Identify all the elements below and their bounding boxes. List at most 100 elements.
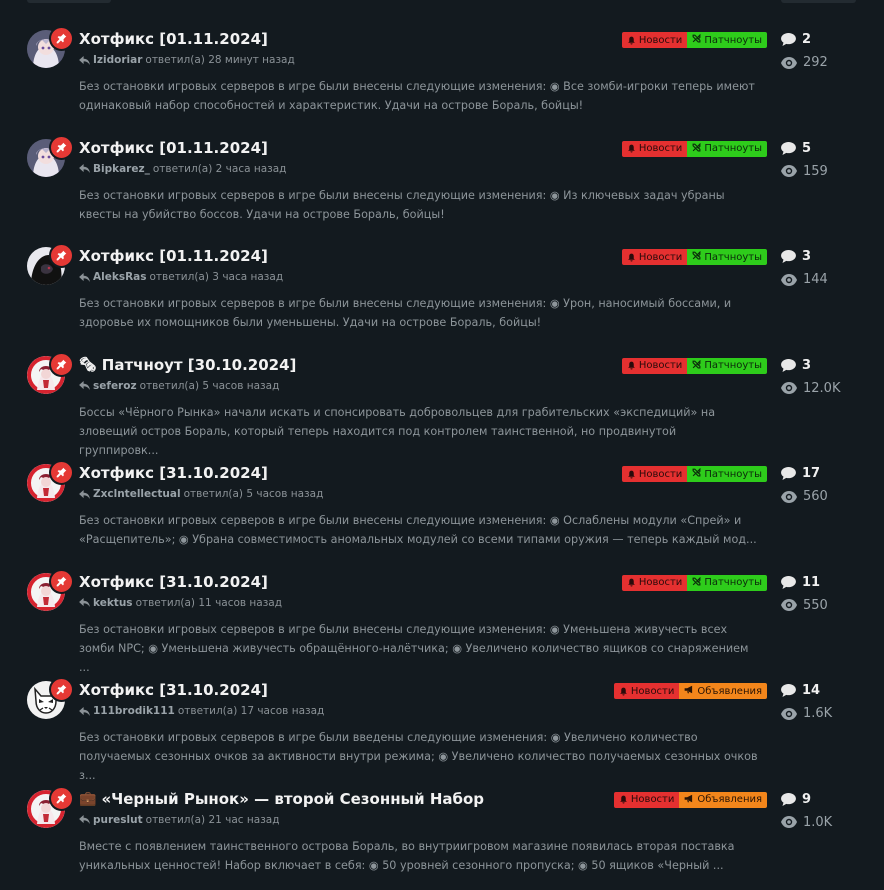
thread-title[interactable]: Хотфикс [01.11.2024] [79,30,268,48]
wrench-icon [692,34,701,43]
tag-category[interactable]: Объявления [679,683,767,699]
reply-icon [79,707,90,716]
thread-title-text[interactable]: Хотфикс [31.10.2024] [79,573,268,591]
tag-category[interactable]: Патчноуты [687,358,767,374]
view-count: 12.0K [803,381,840,396]
thread-title-text[interactable]: Хотфикс [01.11.2024] [79,139,268,157]
tag-category[interactable]: Патчноуты [687,141,767,157]
last-reply-user[interactable]: kektus [93,597,133,609]
thread-title[interactable]: 🗞 Патчноут [30.10.2024] [79,356,296,374]
reply-count: 17 [802,466,820,481]
tag-news[interactable]: Новости [622,466,687,482]
tag-category[interactable]: Патчноуты [687,466,767,482]
bell-icon [619,687,628,696]
last-reply-user[interactable]: 111brodik111 [93,705,175,717]
tag-news-label: Новости [639,252,682,263]
thread-title-text[interactable]: «Черный Рынок» — второй Сезонный Набор [101,790,484,808]
view-count: 560 [803,489,828,504]
comment-icon [781,684,796,697]
wrench-icon [692,468,701,477]
bell-icon [627,470,636,479]
last-reply-time: ответил(а) 28 минут назад [145,54,294,66]
last-reply-user[interactable]: seferoz [93,380,137,392]
last-reply-time: ответил(а) 5 часов назад [140,380,280,392]
tag-news[interactable]: Новости [622,32,687,48]
thread-title[interactable]: 💼 «Черный Рынок» — второй Сезонный Набор [79,790,484,808]
replies-stat: 11 [781,575,820,590]
thread-excerpt: Без остановки игровых серверов в игре бы… [79,620,759,677]
tag-news[interactable]: Новости [622,249,687,265]
tag-category-label: Объявления [697,686,762,697]
views-stat: 12.0K [781,381,840,396]
last-reply-user[interactable]: Zxclntellectual [93,488,181,500]
top-edge-left [27,0,111,3]
pin-icon [49,569,74,594]
comment-icon [781,576,796,589]
last-reply-time: ответил(а) 3 часа назад [150,271,284,283]
bell-icon [627,253,636,262]
thread-meta: 111brodik111 ответил(а) 17 часов назад [79,705,324,717]
last-reply-time: ответил(а) 21 час назад [146,814,280,826]
thread-title[interactable]: Хотфикс [01.11.2024] [79,247,268,265]
comment-icon [781,793,796,806]
thread-item[interactable]: Хотфикс [01.11.2024] AleksRas ответил(а)… [0,239,884,348]
thread-item[interactable]: Хотфикс [31.10.2024] kektus ответил(а) 1… [0,565,884,674]
top-edge-right [781,0,856,3]
views-stat: 1.6K [781,706,832,721]
comment-icon [781,359,796,372]
view-count: 550 [803,598,828,613]
tag-category-label: Патчноуты [704,143,762,154]
thread-item[interactable]: 💼 «Черный Рынок» — второй Сезонный Набор… [0,782,884,890]
thread-excerpt: Вместе с появлением таинственного остров… [79,837,759,875]
last-reply-user[interactable]: AleksRas [93,271,147,283]
bell-icon [619,795,628,804]
thread-tags: Новости Патчноуты [622,575,767,591]
thread-meta: Bipkarez_ ответил(а) 2 часа назад [79,163,286,175]
thread-item[interactable]: Хотфикс [31.10.2024] Zxclntellectual отв… [0,456,884,565]
view-count: 144 [803,272,828,287]
megaphone-icon [684,685,694,694]
bell-icon [627,578,636,587]
thread-title-text[interactable]: Хотфикс [01.11.2024] [79,30,268,48]
tag-news[interactable]: Новости [622,358,687,374]
thread-title-text[interactable]: Хотфикс [31.10.2024] [79,681,268,699]
thread-title[interactable]: Хотфикс [01.11.2024] [79,139,268,157]
thread-title[interactable]: Хотфикс [31.10.2024] [79,573,268,591]
thread-meta: seferoz ответил(а) 5 часов назад [79,380,279,392]
thread-item[interactable]: Хотфикс [31.10.2024] 111brodik111 ответи… [0,673,884,782]
tag-category-label: Патчноуты [704,35,762,46]
thread-title-text[interactable]: Хотфикс [31.10.2024] [79,464,268,482]
thread-excerpt: Без остановки игровых серверов в игре бы… [79,294,759,332]
tag-category[interactable]: Объявления [679,792,767,808]
tag-category[interactable]: Патчноуты [687,32,767,48]
tag-news[interactable]: Новости [614,683,679,699]
thread-tags: Новости Патчноуты [622,249,767,265]
thread-item[interactable]: 🗞 Патчноут [30.10.2024] seferoz ответил(… [0,348,884,457]
last-reply-user[interactable]: Izidoriar [93,54,142,66]
tag-category[interactable]: Патчноуты [687,575,767,591]
tag-news-label: Новости [639,469,682,480]
last-reply-user[interactable]: Bipkarez_ [93,163,150,175]
reply-icon [79,381,90,390]
replies-stat: 5 [781,141,811,156]
tag-news[interactable]: Новости [622,575,687,591]
tag-news[interactable]: Новости [622,141,687,157]
reply-icon [79,815,90,824]
thread-item[interactable]: Хотфикс [01.11.2024] Izidoriar ответил(а… [0,22,884,131]
replies-stat: 2 [781,32,811,47]
thread-title[interactable]: Хотфикс [31.10.2024] [79,681,268,699]
replies-stat: 17 [781,466,820,481]
last-reply-user[interactable]: pureslut [93,814,143,826]
tag-news[interactable]: Новости [614,792,679,808]
thread-meta: pureslut ответил(а) 21 час назад [79,814,279,826]
thread-title-text[interactable]: Патчноут [30.10.2024] [102,356,297,374]
thread-title[interactable]: Хотфикс [31.10.2024] [79,464,268,482]
eye-icon [781,165,797,177]
thread-title-text[interactable]: Хотфикс [01.11.2024] [79,247,268,265]
bell-icon [627,361,636,370]
thread-item[interactable]: Хотфикс [01.11.2024] Bipkarez_ ответил(а… [0,131,884,240]
tag-category[interactable]: Патчноуты [687,249,767,265]
wrench-icon [692,360,701,369]
tag-category-label: Патчноуты [704,469,762,480]
view-count: 1.0K [803,815,832,830]
